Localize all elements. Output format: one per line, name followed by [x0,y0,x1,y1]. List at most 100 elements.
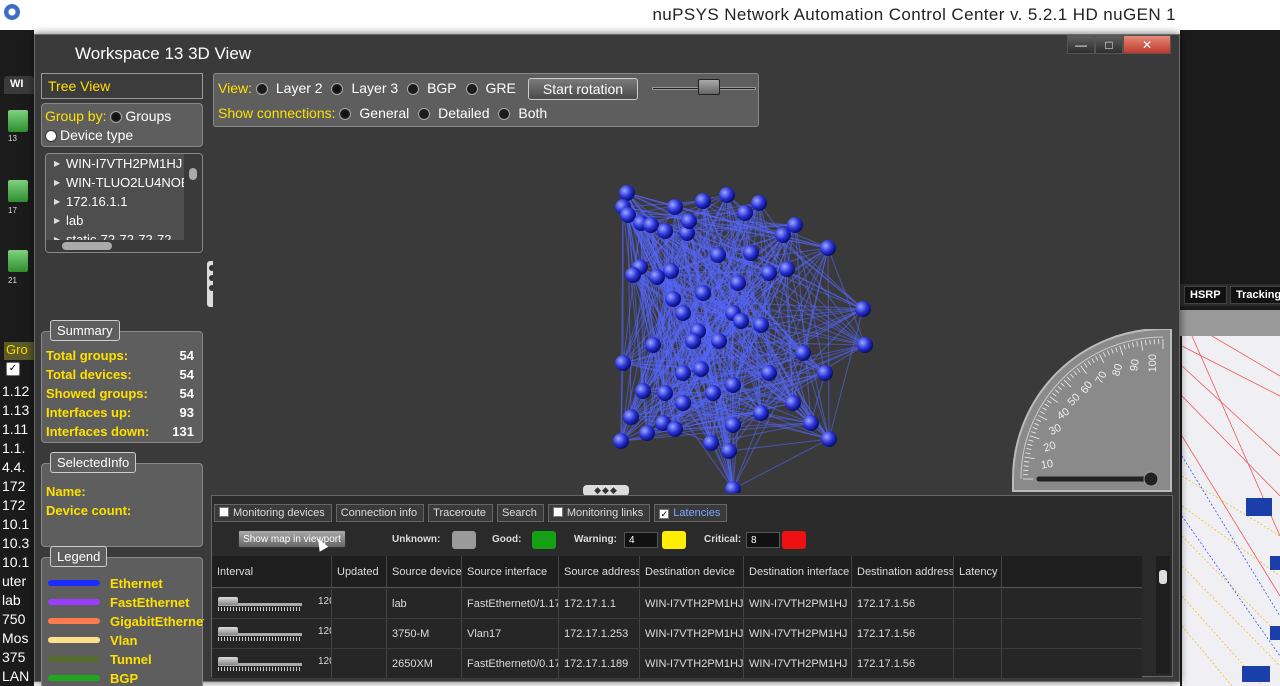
network-node[interactable] [855,301,871,317]
network-node[interactable] [795,345,811,361]
network-node[interactable] [721,443,737,459]
column-header[interactable]: Destination device [640,556,744,587]
tab-latencies[interactable]: ✓ Latencies [654,504,728,522]
checkbox[interactable] [219,507,229,517]
connection-option-general[interactable]: General [339,105,414,121]
network-node[interactable] [705,385,721,401]
network-node[interactable] [665,291,681,307]
slider-thumb[interactable] [218,627,238,635]
gauge-knob[interactable] [1143,471,1159,487]
network-node[interactable] [710,247,726,263]
tree-item[interactable]: lab [46,213,186,232]
network-node[interactable] [737,205,753,221]
connection-option-detailed[interactable]: Detailed [418,105,494,121]
view-option-bgp[interactable]: BGP [407,80,462,96]
network-node[interactable] [725,481,741,493]
network-node[interactable] [693,361,709,377]
network-node[interactable] [725,417,741,433]
network-node[interactable] [785,395,801,411]
radio-icon[interactable] [339,108,352,120]
network-node[interactable] [657,223,673,239]
tree-item[interactable]: WIN-TLUO2LU4NOE [46,175,190,194]
network-node[interactable] [695,285,711,301]
table-row[interactable]: 120 3750-M Vlan17 172.17.1.253 WIN-I7VTH2PM1… [212,619,1142,649]
network-node[interactable] [675,365,691,381]
network-node[interactable] [675,305,691,321]
scrollbar-thumb[interactable] [1159,570,1167,584]
tree-horizontal-scrollbar[interactable] [46,240,186,252]
radio-icon[interactable] [331,83,344,95]
tab-traceroute[interactable]: Traceroute [428,504,493,522]
tree-item[interactable]: 172.16.1.1 [46,194,186,213]
background-network-map[interactable] [1182,336,1280,686]
network-node[interactable] [733,313,749,329]
radio-icon[interactable] [45,130,57,142]
tab-hsrp[interactable]: HSRP [1184,286,1227,304]
network-node[interactable] [639,425,655,441]
network-node[interactable] [643,217,659,233]
background-list-item[interactable]: 1.11 [2,420,31,439]
background-list-item[interactable]: 10.3 [2,534,31,553]
network-node[interactable] [817,365,833,381]
critical-color-swatch[interactable] [782,531,806,549]
column-header[interactable]: Source address [559,556,640,587]
radio-icon[interactable] [465,83,478,95]
network-node[interactable] [635,383,651,399]
scrollbar-thumb[interactable] [62,242,112,250]
table-row[interactable]: 120 2650XM FastEthernet0/0.17 172.17.1.189 W… [212,649,1142,679]
network-node[interactable] [613,433,629,449]
network-node[interactable] [645,337,661,353]
network-node[interactable] [719,187,735,203]
network-node[interactable] [779,261,795,277]
tab-monitoring-devices[interactable]: Monitoring devices [214,504,332,522]
radio-icon[interactable] [255,83,268,95]
checkbox[interactable]: ✓ [659,509,670,519]
network-node[interactable] [675,395,691,411]
workspace-thumbnail-icon[interactable] [8,110,28,132]
background-list-item[interactable]: 750 [2,610,31,629]
good-color-swatch[interactable] [532,531,556,549]
table-row[interactable]: 120 lab FastEthernet0/1.17 172.17.1.1 WIN-I7… [212,589,1142,619]
zoom-gauge[interactable]: 10203040506070 80 90 100 [1003,329,1173,493]
network-node[interactable] [625,267,641,283]
background-list-item[interactable]: 10.1 [2,553,31,572]
table-scrollbar[interactable] [1156,556,1170,674]
background-list-item[interactable]: 10.1 [2,515,31,534]
workspace-thumbnail-icon[interactable] [8,250,28,272]
background-list-item[interactable]: 1.12 [2,382,31,401]
scrollbar-thumb[interactable] [189,168,197,180]
background-list-item[interactable]: 4.4. [2,458,31,477]
background-list-item[interactable]: uter [2,572,31,591]
radio-icon[interactable] [110,111,123,123]
3d-viewport[interactable]: View: Layer 2 Layer 3 BGP GRE Start rota… [213,73,1173,493]
network-node[interactable] [685,333,701,349]
minimize-button[interactable]: — [1067,35,1095,54]
show-map-button[interactable]: Show map in viewport [238,530,346,548]
interval-slider[interactable]: 120 [218,655,331,671]
network-node[interactable] [623,409,639,425]
radio-icon[interactable] [418,108,431,120]
network-node[interactable] [663,263,679,279]
close-button[interactable]: ✕ [1123,35,1171,54]
network-node[interactable] [803,415,819,431]
start-rotation-button[interactable]: Start rotation [528,78,638,100]
network-node[interactable] [743,245,759,261]
network-node[interactable] [730,275,746,291]
tab-search[interactable]: Search [496,504,544,522]
column-header[interactable]: Interval [212,556,332,587]
network-node[interactable] [695,193,711,209]
group-by-groups-option[interactable]: Groups [110,108,171,124]
network-node[interactable] [649,269,665,285]
radio-icon[interactable] [407,83,420,95]
maximize-button[interactable]: □ [1095,35,1123,54]
device-tree[interactable]: WIN-I7VTH2PM1HJWIN-TLUO2LU4NOE172.16.1.1… [45,153,203,253]
column-header[interactable]: Destination interface [744,556,852,587]
view-option-layer3[interactable]: Layer 3 [331,80,403,96]
network-node[interactable] [681,213,697,229]
background-list-item[interactable]: 1.1. [2,439,31,458]
column-header[interactable]: Source interface [462,556,559,587]
background-list-item[interactable]: lab [2,591,31,610]
network-node[interactable] [703,435,719,451]
network-node[interactable] [619,185,635,201]
background-list-item[interactable]: 172 [2,496,31,515]
